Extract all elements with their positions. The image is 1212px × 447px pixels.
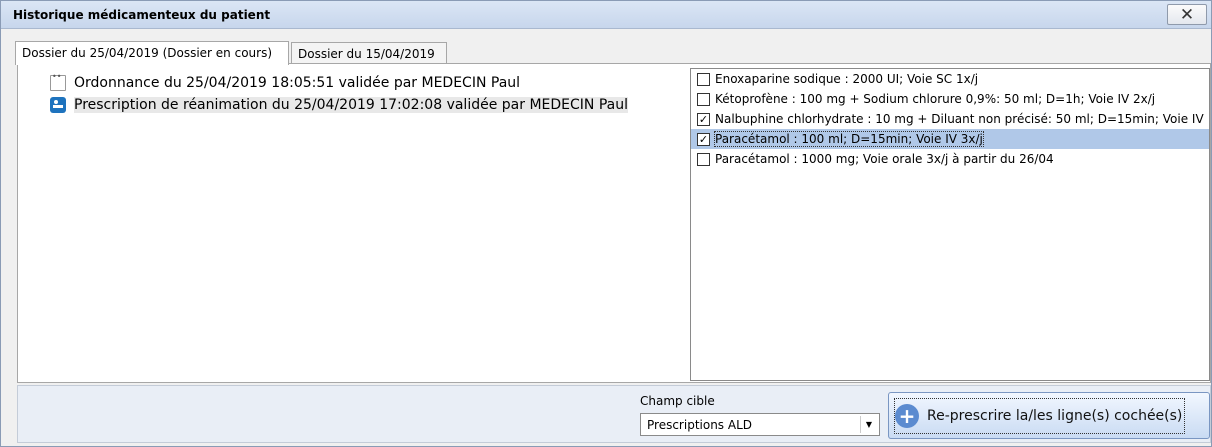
tab-panel: Ordonnance du 25/04/2019 18:05:51 validé… [17, 63, 1211, 383]
title-bar: Historique médicamenteux du patient ✕ [1, 1, 1211, 29]
document-icon [50, 72, 66, 91]
window-title: Historique médicamenteux du patient [13, 8, 271, 22]
drug-label: Nalbuphine chlorhydrate : 10 mg + Diluan… [715, 112, 1204, 126]
checkbox[interactable] [697, 152, 710, 166]
drug-label: Kétoprofène : 100 mg + Sodium chlorure 0… [715, 92, 1156, 106]
list-item[interactable]: ✓ Paracétamol : 100 ml; D=15min; Voie IV… [691, 129, 1209, 149]
bottom-bar: Champ cible Prescriptions ALD ▼ + Re-pre… [17, 385, 1211, 443]
checkbox[interactable] [697, 92, 710, 106]
tree-item-label: Ordonnance du 25/04/2019 18:05:51 validé… [74, 75, 521, 91]
chevron-down-icon[interactable]: ▼ [860, 416, 877, 433]
prescription-tree: Ordonnance du 25/04/2019 18:05:51 validé… [50, 72, 628, 116]
tab-dossier-previous[interactable]: Dossier du 15/04/2019 [291, 42, 447, 64]
target-field-value: Prescriptions ALD [647, 418, 752, 432]
checkbox[interactable]: ✓ [697, 112, 710, 126]
plus-circle-icon: + [895, 403, 919, 428]
list-item[interactable]: Enoxaparine sodique : 2000 UI; Voie SC 1… [691, 69, 1209, 89]
tab-dossier-current[interactable]: Dossier du 25/04/2019 (Dossier en cours) [15, 41, 289, 65]
drug-label: Paracétamol : 1000 mg; Voie orale 3x/j à… [715, 152, 1054, 166]
drug-list[interactable]: Enoxaparine sodique : 2000 UI; Voie SC 1… [690, 68, 1210, 381]
represcribe-button-content: + Re-prescrire la/les ligne(s) cochée(s) [893, 397, 1186, 434]
tree-item-reanimation[interactable]: Prescription de réanimation du 25/04/201… [50, 94, 628, 116]
drug-label: Enoxaparine sodique : 2000 UI; Voie SC 1… [715, 72, 979, 86]
list-item[interactable]: Paracétamol : 1000 mg; Voie orale 3x/j à… [691, 149, 1209, 169]
tree-item-label: Prescription de réanimation du 25/04/201… [74, 97, 628, 113]
list-item[interactable]: ✓ Nalbuphine chlorhydrate : 10 mg + Dilu… [691, 109, 1209, 129]
hospital-bed-icon [50, 97, 66, 113]
target-field-label: Champ cible [640, 394, 715, 408]
drug-label: Paracétamol : 100 ml; D=15min; Voie IV 3… [714, 131, 984, 147]
represcribe-button[interactable]: + Re-prescrire la/les ligne(s) cochée(s) [888, 392, 1210, 439]
list-item[interactable]: Kétoprofène : 100 mg + Sodium chlorure 0… [691, 89, 1209, 109]
target-field-select[interactable]: Prescriptions ALD ▼ [640, 413, 880, 436]
tree-item-ordonnance[interactable]: Ordonnance du 25/04/2019 18:05:51 validé… [50, 72, 628, 94]
checkbox[interactable]: ✓ [697, 132, 710, 146]
close-button[interactable]: ✕ [1167, 4, 1207, 25]
checkbox[interactable] [697, 72, 710, 86]
dialog-window: Historique médicamenteux du patient ✕ Do… [0, 0, 1212, 447]
represcribe-button-label: Re-prescrire la/les ligne(s) cochée(s) [927, 407, 1183, 424]
